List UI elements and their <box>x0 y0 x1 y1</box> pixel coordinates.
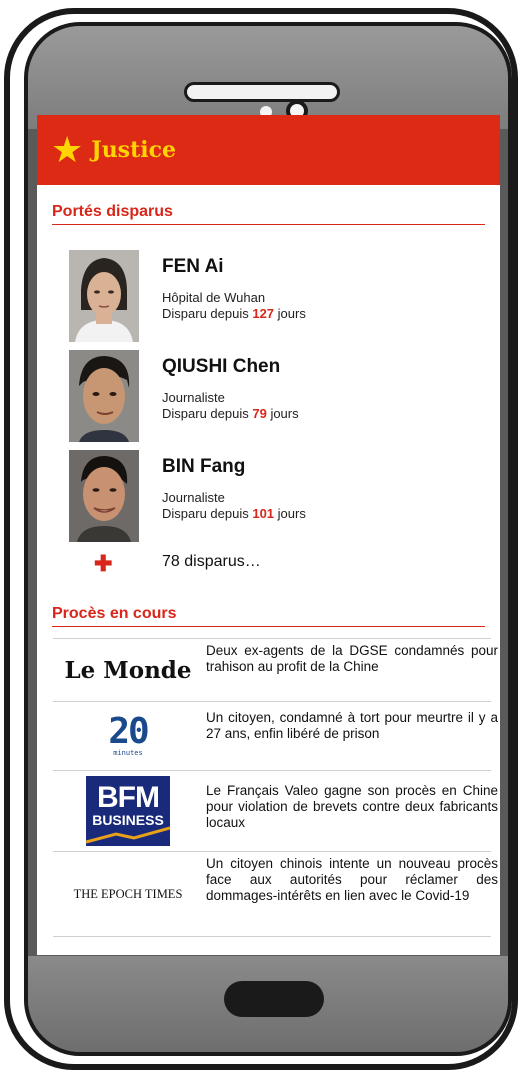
section-title-trials: Procès en cours <box>52 605 485 627</box>
days-count: 79 <box>252 406 267 421</box>
person-photo <box>69 350 139 442</box>
star-icon: ★ <box>51 129 84 170</box>
app-screen: ★ Justice Portés disparus FEN Ai Hôpital… <box>37 115 500 955</box>
news-headline: Un citoyen chinois intente un nouveau pr… <box>206 856 498 903</box>
person-card[interactable]: BIN Fang Journaliste Disparu depuis 101 … <box>37 450 500 546</box>
20-minutes-logo: 20 minutes <box>108 711 149 758</box>
person-name: FEN Ai <box>162 256 224 277</box>
news-item[interactable]: THE EPOCH TIMES Un citoyen chinois inten… <box>53 851 498 937</box>
speaker-grille <box>184 82 340 102</box>
person-role: Journaliste <box>162 390 225 405</box>
person-role: Journaliste <box>162 490 225 505</box>
news-item[interactable]: Le Monde Deux ex-agents de la DGSE conda… <box>53 638 498 701</box>
person-missing-days: Disparu depuis 79 jours <box>162 406 299 421</box>
days-count: 127 <box>252 306 275 321</box>
le-monde-logo: Le Monde <box>64 656 192 684</box>
app-title: Justice <box>91 137 176 163</box>
person-photo <box>69 250 139 342</box>
top-bezel <box>28 26 508 129</box>
person-name: BIN Fang <box>162 456 246 477</box>
bottom-bezel <box>28 956 508 1052</box>
person-role: Hôpital de Wuhan <box>162 290 266 305</box>
person-name: QIUSHI Chen <box>162 356 281 377</box>
news-item[interactable]: 20 minutes Un citoyen, condamné à tort p… <box>53 701 498 770</box>
news-headline: Un citoyen, condamné à tort pour meurtre… <box>206 710 498 741</box>
section-title-missing: Portés disparus <box>52 203 485 225</box>
bfm-business-logo: BFM BUSINESS <box>53 771 203 851</box>
plus-icon: ✚ <box>94 551 113 576</box>
news-item[interactable]: BFM BUSINESS Le Français Valeo gagne son… <box>53 770 498 851</box>
news-headline: Le Français Valeo gagne son procès en Ch… <box>206 783 498 830</box>
days-count: 101 <box>252 506 275 521</box>
person-missing-days: Disparu depuis 101 jours <box>162 506 306 521</box>
person-photo <box>69 450 139 542</box>
home-button[interactable] <box>224 981 324 1017</box>
person-card[interactable]: FEN Ai Hôpital de Wuhan Disparu depuis 1… <box>37 250 500 346</box>
person-card[interactable]: QIUSHI Chen Journaliste Disparu depuis 7… <box>37 350 500 446</box>
more-missing-label: 78 disparus… <box>162 553 261 570</box>
epoch-times-logo: THE EPOCH TIMES <box>73 886 183 901</box>
news-headline: Deux ex-agents de la DGSE condamnés pour… <box>206 643 498 674</box>
app-header: ★ Justice <box>37 115 500 185</box>
person-missing-days: Disparu depuis 127 jours <box>162 306 306 321</box>
more-missing-link[interactable]: ✚ 78 disparus… <box>37 549 500 577</box>
